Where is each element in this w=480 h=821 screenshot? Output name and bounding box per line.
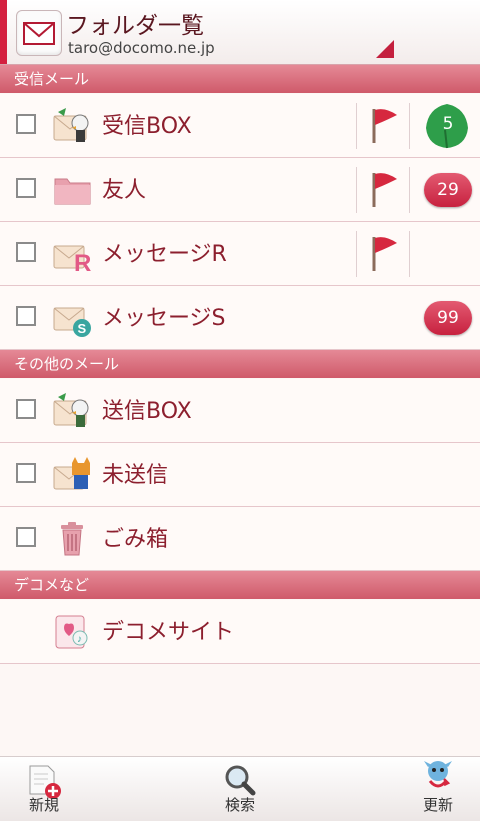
app-header: フォルダ一覧 taro@docomo.ne.jp <box>0 0 480 65</box>
refresh-button[interactable]: 更新 <box>398 757 478 821</box>
folder-label: 受信BOX <box>102 114 192 139</box>
folder-label: メッセージR <box>102 242 227 267</box>
new-mail-button[interactable]: 新規 <box>4 757 84 821</box>
folder-checkbox[interactable] <box>16 463 36 483</box>
folder-label: 送信BOX <box>102 399 192 424</box>
folder-row-inbox[interactable]: 受信BOX 5 <box>0 94 480 158</box>
folder-checkbox[interactable] <box>16 399 36 419</box>
folder-checkbox[interactable] <box>16 178 36 198</box>
section-header-deco: デコメなど <box>0 571 480 599</box>
section-header-inbox: 受信メール <box>0 65 480 93</box>
folder-row-trash[interactable]: ごみ箱 <box>0 507 480 571</box>
folder-checkbox[interactable] <box>16 306 36 326</box>
refresh-label: 更新 <box>422 796 453 814</box>
folder-checkbox[interactable] <box>16 242 36 262</box>
folder-label: 未送信 <box>102 463 169 488</box>
folder-label: デコメサイト <box>102 620 235 645</box>
folder-label: 友人 <box>102 178 147 203</box>
envelope-s-icon: S <box>53 307 91 337</box>
unread-count-badge: 29 <box>424 173 472 207</box>
folder-label: ごみ箱 <box>102 527 169 552</box>
search-label: 検索 <box>224 796 255 814</box>
bottom-toolbar: 新規 検索 更新 <box>0 756 480 821</box>
red-flag-icon <box>372 109 397 143</box>
folder-row-friends[interactable]: 友人 29 <box>0 158 480 222</box>
header-accent-bar <box>0 0 7 64</box>
search-button[interactable]: 検索 <box>200 757 280 821</box>
mail-app-icon[interactable] <box>16 10 62 56</box>
pink-folder-icon <box>54 178 91 205</box>
flag-button[interactable] <box>356 231 410 277</box>
red-flag-icon <box>372 173 397 207</box>
svg-text:♪: ♪ <box>77 634 82 645</box>
svg-text:S: S <box>78 321 87 336</box>
folder-row-unsent[interactable]: 未送信 <box>0 443 480 507</box>
envelope-r-icon: R <box>53 245 91 274</box>
deco-site-icon: ♪ <box>55 615 88 649</box>
folder-row-deco-site[interactable]: ♪ デコメサイト <box>0 600 480 664</box>
folder-checkbox[interactable] <box>16 114 36 134</box>
new-label: 新規 <box>28 796 59 814</box>
account-dropdown-indicator-icon[interactable] <box>376 40 394 58</box>
folder-row-sent[interactable]: 送信BOX <box>0 379 480 443</box>
account-address[interactable]: taro@docomo.ne.jp <box>68 39 215 57</box>
flag-button[interactable] <box>356 167 410 213</box>
page-title: フォルダ一覧 <box>66 13 204 39</box>
flag-button[interactable] <box>356 103 410 149</box>
folder-checkbox[interactable] <box>16 527 36 547</box>
svg-text:R: R <box>74 250 91 274</box>
folder-row-message-r[interactable]: R メッセージR <box>0 222 480 286</box>
sent-envelope-bird-icon <box>53 393 89 427</box>
red-flag-icon <box>372 237 397 271</box>
leaf-count: 5 <box>442 114 454 134</box>
unsent-envelope-cat-icon <box>53 457 90 490</box>
trash-can-icon <box>61 522 83 556</box>
leaf-count-badge: 5 <box>420 100 474 152</box>
inbox-envelope-bird-icon <box>53 108 89 142</box>
folder-label: メッセージS <box>102 306 226 331</box>
section-header-other: その他のメール <box>0 350 480 378</box>
unread-count-badge: 99 <box>424 301 472 335</box>
folder-row-message-s[interactable]: S メッセージS 99 <box>0 286 480 350</box>
